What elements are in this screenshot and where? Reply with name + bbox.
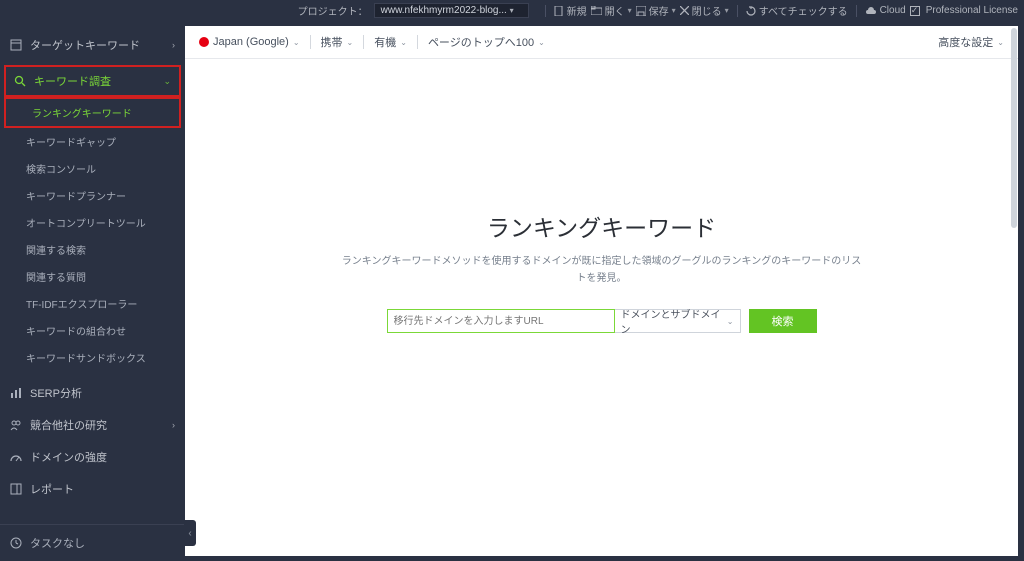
chevron-down-icon: ⌄: [293, 38, 300, 47]
checkbox-icon: [910, 6, 920, 16]
chevron-down-icon: ▾: [672, 6, 676, 15]
separator: [737, 5, 738, 17]
sidebar-sub-related-question[interactable]: 関連する質問: [0, 263, 185, 290]
search-row: ドメインとサブドメイン ⌄ 検索: [387, 309, 817, 333]
chevron-down-icon: ⌄: [538, 38, 545, 47]
users-icon: [10, 419, 22, 431]
sidebar-sub-keyword-sandbox[interactable]: キーワードサンドボックス: [0, 344, 185, 371]
folder-icon: [591, 6, 602, 15]
japan-flag-icon: [199, 37, 209, 47]
content-area: ランキングキーワード ランキングキーワードメソッドを使用するドメインが既に指定し…: [185, 59, 1018, 556]
chevron-left-icon: ‹: [188, 528, 191, 539]
sidebar-item-report[interactable]: レポート: [0, 473, 185, 505]
sidebar-item-target-keywords[interactable]: ターゲットキーワード ›: [0, 29, 185, 61]
cloud-button[interactable]: Cloud: [865, 5, 906, 16]
clock-icon: [10, 537, 22, 549]
sidebar-sub-keyword-gap[interactable]: キーワードギャップ: [0, 128, 185, 155]
gauge-icon: [10, 451, 22, 463]
cloud-icon: [865, 7, 877, 15]
separator: [363, 35, 364, 49]
sidebar-item-domain-strength[interactable]: ドメインの強度: [0, 441, 185, 473]
topbar: プロジェクト： www.nfekhmyrm2022-blog... ▾ 新規 開…: [0, 0, 1024, 21]
project-label: プロジェクト：: [298, 3, 368, 18]
search-icon: [14, 75, 26, 87]
chevron-down-icon: ⌄: [400, 38, 407, 47]
collapse-sidebar-button[interactable]: ‹: [184, 520, 196, 546]
sidebar-sub-tfidf[interactable]: TF-IDFエクスプローラー: [0, 290, 185, 317]
filter-device[interactable]: 携帯 ⌄: [321, 34, 354, 50]
sidebar: ターゲットキーワード › キーワード調査 ⌄ ランキングキーワード キーワードギ…: [0, 21, 185, 561]
save-icon: [636, 6, 646, 16]
chevron-down-icon: ⌄: [347, 38, 354, 47]
open-button[interactable]: 開く ▾: [591, 3, 632, 18]
bars-icon: [10, 387, 22, 399]
separator: [856, 5, 857, 17]
sidebar-sub-ranking-keywords[interactable]: ランキングキーワード: [6, 99, 179, 126]
chevron-down-icon: ▾: [725, 6, 729, 15]
chevron-down-icon: ⌄: [163, 76, 171, 87]
sidebar-item-keyword-research[interactable]: キーワード調査 ⌄: [6, 67, 179, 95]
close-icon: [680, 6, 689, 15]
scope-select[interactable]: ドメインとサブドメイン ⌄: [615, 309, 741, 333]
sidebar-sub-keyword-planner[interactable]: キーワードプランナー: [0, 182, 185, 209]
chevron-right-icon: ›: [172, 420, 175, 430]
sidebar-item-serp[interactable]: SERP分析: [0, 377, 185, 409]
chevron-down-icon: ▾: [628, 6, 632, 15]
sidebar-sub-search-console[interactable]: 検索コンソール: [0, 155, 185, 182]
sidebar-item-no-task[interactable]: タスクなし: [0, 524, 185, 561]
project-value: www.nfekhmyrm2022-blog...: [381, 5, 507, 16]
close-button[interactable]: 閉じる ▾: [680, 3, 729, 18]
filter-top[interactable]: ページのトップへ100 ⌄: [428, 34, 545, 50]
sidebar-sub-related-search[interactable]: 関連する検索: [0, 236, 185, 263]
separator: [310, 35, 311, 49]
project-select[interactable]: www.nfekhmyrm2022-blog... ▾: [374, 3, 529, 18]
target-icon: [10, 39, 22, 51]
filter-region[interactable]: Japan (Google) ⌄: [199, 36, 300, 48]
chevron-down-icon: ⌄: [997, 38, 1004, 47]
separator: [545, 5, 546, 17]
scrollbar-track[interactable]: [1011, 28, 1017, 554]
page-title: ランキングキーワード: [487, 209, 716, 243]
separator: [417, 35, 418, 49]
domain-input[interactable]: [387, 309, 615, 333]
chevron-right-icon: ›: [172, 40, 175, 50]
page-subtitle: ランキングキーワードメソッドを使用するドメインが既に指定した領域のグーグルのラン…: [342, 253, 862, 287]
sidebar-sub-autocomplete[interactable]: オートコンプリートツール: [0, 209, 185, 236]
report-icon: [10, 483, 22, 495]
main-panel: Japan (Google) ⌄ 携帯 ⌄ 有機 ⌄ ページのトップへ100 ⌄…: [185, 26, 1018, 556]
filter-bar: Japan (Google) ⌄ 携帯 ⌄ 有機 ⌄ ページのトップへ100 ⌄…: [185, 26, 1018, 59]
file-icon: [554, 6, 564, 16]
filter-advanced[interactable]: 高度な設定 ⌄: [938, 34, 1004, 50]
filter-organic[interactable]: 有機 ⌄: [374, 34, 407, 50]
license-label[interactable]: Professional License: [910, 5, 1018, 16]
check-all-button[interactable]: すべてチェックする: [746, 3, 848, 18]
new-button[interactable]: 新規: [554, 3, 587, 18]
search-button[interactable]: 検索: [749, 309, 817, 333]
chevron-down-icon: ⌄: [727, 317, 734, 326]
scrollbar-thumb[interactable]: [1011, 28, 1017, 228]
sidebar-sub-keyword-combo[interactable]: キーワードの組合わせ: [0, 317, 185, 344]
save-button[interactable]: 保存 ▾: [636, 3, 676, 18]
chevron-down-icon: ▾: [510, 6, 514, 15]
refresh-icon: [746, 6, 756, 16]
sidebar-item-competitor[interactable]: 競合他社の研究 ›: [0, 409, 185, 441]
